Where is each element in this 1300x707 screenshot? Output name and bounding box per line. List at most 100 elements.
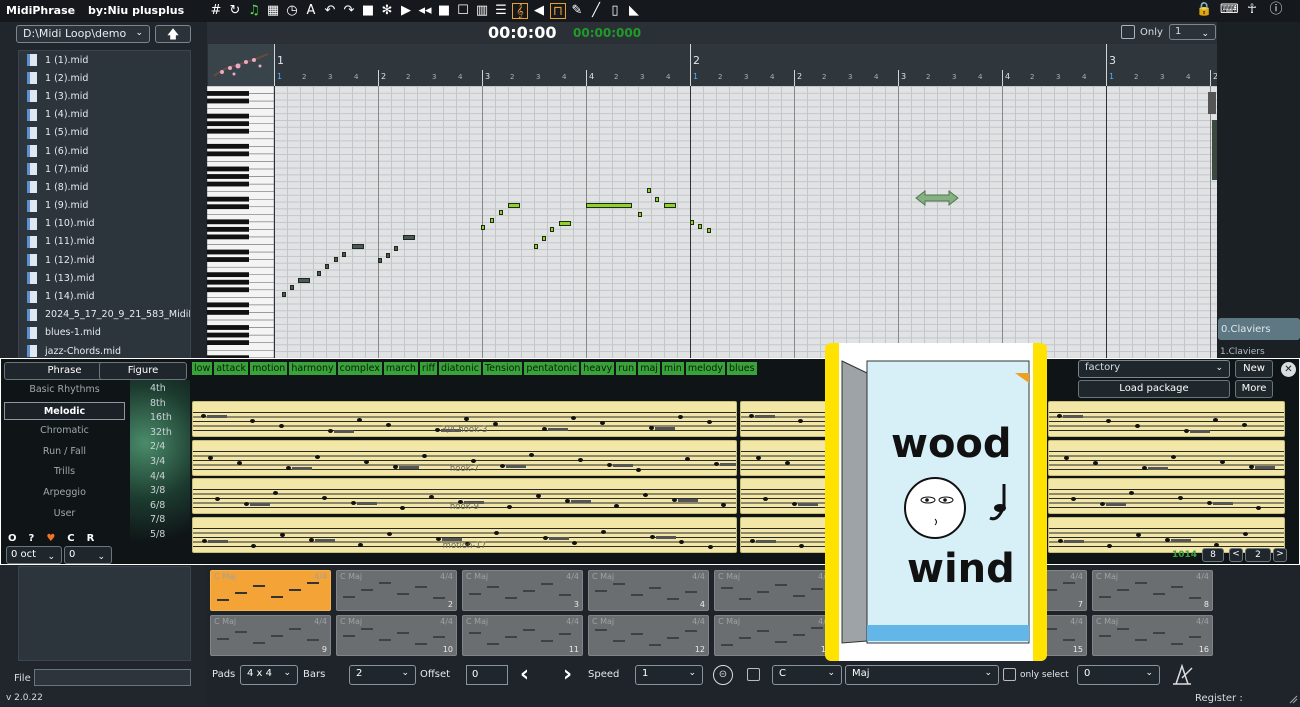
meter-item[interactable]: 3/8 (150, 485, 165, 496)
midi-note[interactable] (290, 285, 294, 290)
file-item[interactable]: 2024_5_17_20_9_21_583_MidiPhrase_temp.mi… (19, 306, 190, 324)
grid-icon[interactable]: # (208, 3, 224, 19)
more-button[interactable]: More (1235, 380, 1273, 398)
pencil-icon[interactable]: ✎ (569, 3, 585, 19)
phrase-staff[interactable]: motion-17 (192, 517, 737, 553)
piano-icon[interactable]: ▥ (474, 3, 490, 19)
meter-item[interactable]: 6/8 (150, 500, 165, 511)
file-item[interactable]: 1 (4).mid (19, 106, 190, 124)
speaker-icon[interactable]: ◀ (531, 3, 547, 19)
pad-2[interactable]: C Maj4/42 (336, 570, 457, 611)
package-select[interactable]: factory⌄ (1078, 360, 1230, 378)
category-item[interactable]: Melodic (4, 402, 125, 420)
midi-note[interactable] (325, 264, 329, 269)
folder-path-select[interactable]: D:\Midi Loop\demo⌄ (16, 25, 150, 43)
file-item[interactable]: 1 (11).mid (19, 233, 190, 251)
category-item[interactable]: Run / Fall (4, 443, 125, 461)
midi-note[interactable] (647, 188, 651, 193)
category-item[interactable]: Chromatic (4, 422, 125, 440)
meter-item[interactable]: 3/4 (150, 456, 165, 467)
woodwind-popup-card[interactable]: wood wind (825, 343, 1047, 661)
midi-note[interactable] (550, 227, 554, 232)
piano-keyboard[interactable] (207, 86, 274, 358)
pads-select[interactable]: 4 x 4⌄ (240, 665, 298, 685)
timer-icon[interactable]: ⊓ (550, 3, 566, 19)
phrase-staff[interactable] (740, 517, 836, 553)
midi-note[interactable] (542, 236, 546, 241)
tag-chip[interactable]: Tension (483, 362, 522, 375)
favorite-heart-icon[interactable]: ♥ (46, 533, 55, 544)
tag-chip[interactable]: march (384, 362, 418, 375)
note-icon[interactable]: ♫ (246, 3, 262, 19)
midi-note[interactable] (534, 244, 538, 249)
category-item[interactable]: Basic Rhythms (4, 381, 125, 399)
file-name-input[interactable] (34, 669, 191, 686)
tag-chip[interactable]: attack (214, 362, 248, 375)
meter-item[interactable]: 7/8 (150, 514, 165, 525)
meter-item[interactable]: 2/4 (150, 441, 165, 452)
only-select[interactable]: 1⌄ (1169, 24, 1216, 40)
midi-note[interactable] (342, 252, 346, 257)
checkbox-icon[interactable]: ☐ (455, 3, 471, 19)
pad-1[interactable]: C Maj4/4 (210, 570, 331, 611)
figure-icon[interactable]: ☥ (1244, 2, 1260, 18)
close-panel-icon[interactable]: ✕ (1281, 362, 1296, 377)
stop-icon[interactable]: ■ (436, 3, 452, 19)
midi-note[interactable] (508, 203, 520, 208)
phrase-staff[interactable]: hook-7 (192, 440, 737, 476)
meter-item[interactable]: 4th (150, 383, 166, 394)
tag-chip[interactable]: low (192, 362, 212, 375)
tag-chip[interactable]: melody (686, 362, 725, 375)
pad-16[interactable]: C Maj4/416 (1092, 615, 1213, 656)
file-item[interactable]: 1 (13).mid (19, 269, 190, 287)
category-item[interactable]: User (4, 505, 125, 523)
tag-chip[interactable]: harmony (289, 362, 335, 375)
redo-icon[interactable]: ↷ (341, 3, 357, 19)
play-icon[interactable]: ▶ (398, 3, 414, 19)
tag-chip[interactable]: blues (727, 362, 757, 375)
face-icon[interactable]: ⊝ (713, 665, 733, 685)
stop-square-icon[interactable]: ■ (360, 3, 376, 19)
meter-item[interactable]: 16th (150, 412, 172, 423)
phrase-staff[interactable] (740, 401, 836, 437)
o-button[interactable]: O (8, 533, 17, 544)
file-item[interactable]: 1 (10).mid (19, 215, 190, 233)
midi-note[interactable] (707, 228, 711, 233)
last-select[interactable]: 0⌄ (1077, 665, 1160, 685)
resize-grip-icon[interactable] (1288, 692, 1298, 704)
key-checkbox[interactable] (747, 668, 760, 681)
file-item[interactable]: 1 (3).mid (19, 87, 190, 105)
prev-arrow-icon[interactable]: ‹ (520, 662, 529, 687)
phrase-staff[interactable] (1048, 401, 1285, 437)
metronome-icon[interactable] (1170, 662, 1194, 686)
speed-select[interactable]: 1⌄ (635, 665, 703, 685)
track-item-1[interactable]: 1.Claviers (1220, 347, 1265, 357)
refresh-icon[interactable]: ↻ (227, 3, 243, 19)
midi-note[interactable] (638, 212, 642, 217)
rewind-icon[interactable]: ◂◂ (417, 3, 433, 19)
transpose-select[interactable]: 0⌄ (64, 546, 112, 564)
midi-note[interactable] (655, 197, 659, 202)
midi-note[interactable] (334, 257, 338, 262)
midi-note[interactable] (586, 203, 632, 208)
phrase-staff[interactable]: hook-9 (192, 478, 737, 514)
file-item[interactable]: 1 (6).mid (19, 142, 190, 160)
page-size-value[interactable]: 8 (1202, 548, 1224, 562)
pad-10[interactable]: C Maj4/410 (336, 615, 457, 656)
pad-3[interactable]: C Maj4/43 (462, 570, 583, 611)
line-icon[interactable]: ╱ (588, 3, 604, 19)
pad-4[interactable]: C Maj4/44 (588, 570, 709, 611)
help-button[interactable]: ? (29, 533, 35, 544)
gear-icon[interactable]: ✻ (379, 3, 395, 19)
layout-icon[interactable]: ▦ (265, 3, 281, 19)
timeline-ruler[interactable]: 1234223432344234123422343234423412342234… (274, 44, 1217, 86)
prev-page-icon[interactable]: < (1229, 548, 1243, 562)
file-item[interactable]: 1 (9).mid (19, 197, 190, 215)
midi-note[interactable] (298, 278, 310, 283)
midi-note[interactable] (690, 220, 694, 225)
category-item[interactable]: Trills (4, 463, 125, 481)
phrase-staff[interactable] (740, 478, 836, 514)
midi-note[interactable] (386, 253, 390, 258)
meter-item[interactable]: 32th (150, 427, 172, 438)
clock-icon[interactable]: ◷ (284, 3, 300, 19)
